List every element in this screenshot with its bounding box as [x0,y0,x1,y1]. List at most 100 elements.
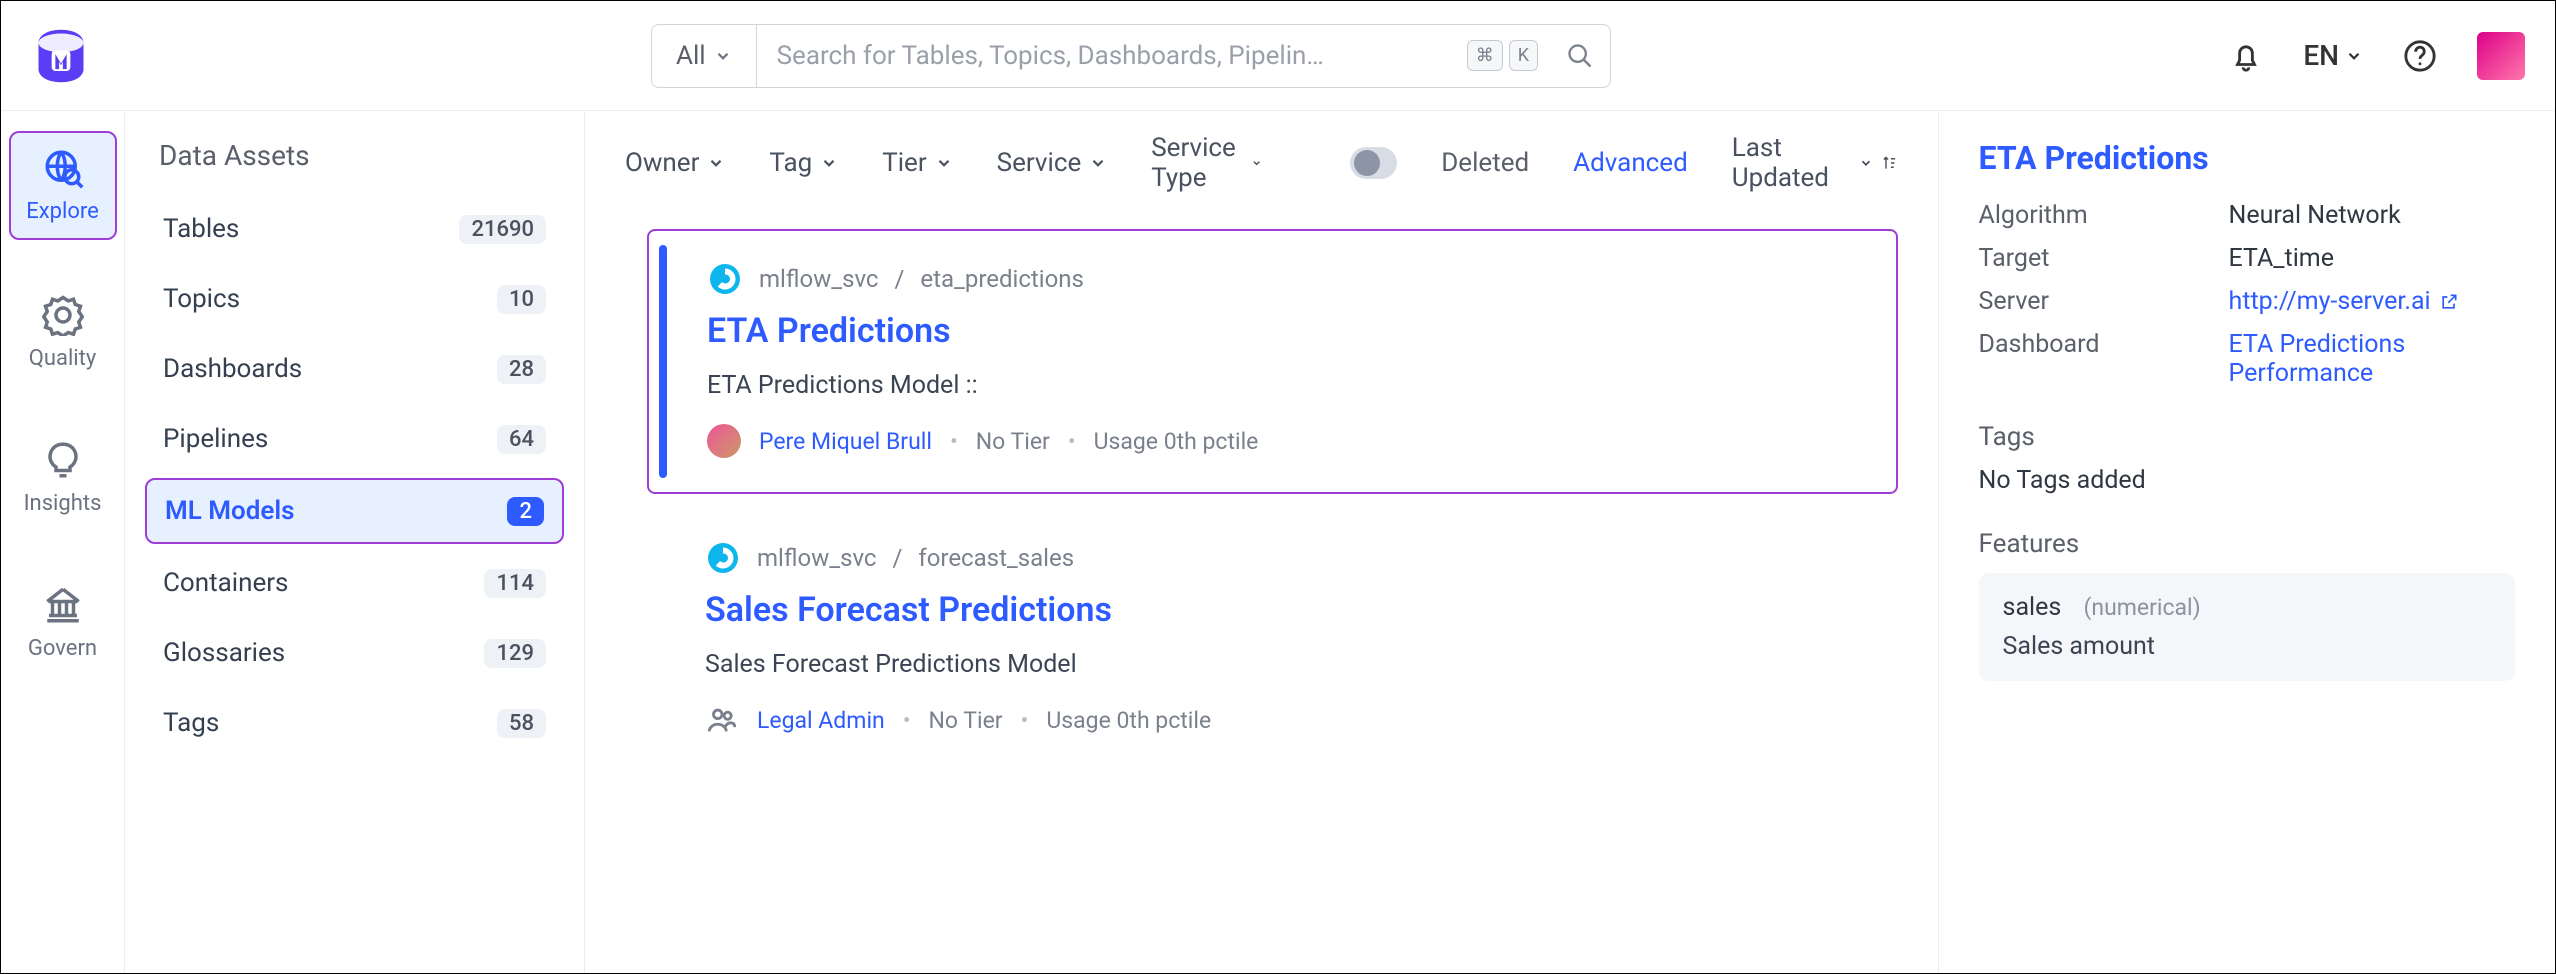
detail-key: Dashboard [1979,330,2229,388]
filter-tier[interactable]: Tier [882,133,952,193]
sort-dropdown[interactable]: Last Updated [1732,133,1898,193]
tags-heading: Tags [1979,422,2515,452]
search-scope-dropdown[interactable]: All [652,25,757,87]
bulb-icon [42,439,84,481]
filter-service-type[interactable]: Service Type [1151,133,1262,193]
asset-row-tables[interactable]: Tables21690 [145,198,564,260]
tags-empty: No Tags added [1979,466,2515,495]
asset-label: Pipelines [163,424,268,454]
detail-title[interactable]: ETA Predictions [1979,139,2515,177]
rail-item-insights[interactable]: Insights [9,425,117,530]
mlflow-icon [707,261,743,297]
asset-label: Glossaries [163,638,285,668]
detail-link[interactable]: ETA Predictions Performance [2229,330,2515,388]
chevron-down-icon [707,154,725,172]
detail-row: TargetETA_time [1979,244,2515,273]
search-input[interactable] [757,41,1467,71]
deleted-label: Deleted [1441,148,1529,178]
detail-key: Server [1979,287,2229,316]
asset-row-dashboards[interactable]: Dashboards28 [145,338,564,400]
results-panel: OwnerTagTierServiceService Type Deleted … [585,111,1938,973]
asset-label: ML Models [165,496,294,526]
kbd-k: K [1509,40,1538,71]
detail-value: Neural Network [2229,201,2515,230]
asset-label: Tags [163,708,219,738]
result-title[interactable]: ETA Predictions [707,311,1862,351]
chevron-down-icon [2345,47,2363,65]
rail-label: Govern [28,636,97,661]
asset-count: 21690 [459,215,546,244]
asset-count: 10 [497,285,546,314]
chevron-down-icon [1859,154,1873,172]
tier-label: No Tier [929,707,1003,734]
rail-label: Explore [26,199,99,224]
rail-item-govern[interactable]: Govern [9,570,117,675]
result-desc: ETA Predictions Model :: [707,371,1862,400]
asset-path: forecast_sales [918,544,1074,572]
rail-label: Quality [29,346,97,371]
filter-service[interactable]: Service [997,133,1108,193]
owner-avatar [707,424,741,458]
result-title[interactable]: Sales Forecast Predictions [705,590,1864,630]
deleted-toggle[interactable] [1350,147,1397,179]
rail-item-explore[interactable]: Explore [9,131,117,240]
feature-card[interactable]: sales (numerical) Sales amount [1979,573,2515,681]
asset-row-tags[interactable]: Tags58 [145,692,564,754]
kbd-cmd: ⌘ [1467,40,1503,71]
asset-label: Topics [163,284,240,314]
topbar-right: EN [2229,32,2525,80]
help-icon[interactable] [2403,39,2437,73]
chevron-down-icon [1089,154,1107,172]
asset-count: 2 [507,497,544,526]
detail-key: Target [1979,244,2229,273]
search-icon[interactable] [1566,42,1594,70]
filter-tag[interactable]: Tag [769,133,838,193]
filter-label: Tag [769,148,812,178]
advanced-link[interactable]: Advanced [1573,148,1688,178]
asset-row-ml-models[interactable]: ML Models 2 [145,478,564,544]
asset-row-topics[interactable]: Topics 10 [145,268,564,330]
asset-count: 114 [484,569,546,598]
filter-label: Owner [625,148,699,178]
asset-row-pipelines[interactable]: Pipelines 64 [145,408,564,470]
asset-count: 64 [497,425,546,454]
owner-link[interactable]: Pere Miquel Brull [759,428,932,455]
govern-icon [42,584,84,626]
feature-type: (numerical) [2084,594,2201,621]
asset-path: eta_predictions [920,265,1084,293]
nav-rail: Explore Quality Insights Govern [1,111,125,973]
asset-sidebar-title: Data Assets [145,139,564,172]
sort-az-icon [1881,152,1898,174]
result-card[interactable]: mlflow_svc/forecast_salesSales Forecast … [625,520,1898,747]
bell-icon[interactable] [2229,39,2263,73]
group-icon [705,703,739,737]
detail-link[interactable]: http://my-server.ai [2229,287,2515,316]
rail-label: Insights [24,491,102,516]
external-link-icon [2439,292,2459,312]
detail-panel: ETA Predictions AlgorithmNeural Network T… [1938,111,2555,973]
asset-count: 28 [497,355,546,384]
usage-label: Usage 0th pctile [1046,707,1211,734]
filter-owner[interactable]: Owner [625,133,725,193]
asset-label: Containers [163,568,288,598]
service-name: mlflow_svc [757,544,876,572]
filter-label: Tier [882,148,926,178]
detail-row: DashboardETA Predictions Performance [1979,330,2515,388]
result-card[interactable]: mlflow_svc/eta_predictionsETA Prediction… [647,229,1898,494]
detail-value: ETA_time [2229,244,2515,273]
detail-row: AlgorithmNeural Network [1979,201,2515,230]
chevron-down-icon [714,47,732,65]
asset-row-glossaries[interactable]: Glossaries129 [145,622,564,684]
asset-row-containers[interactable]: Containers 114 [145,552,564,614]
language-selector[interactable]: EN [2303,39,2363,72]
kbd-hint: ⌘ K [1467,40,1550,71]
user-avatar[interactable] [2477,32,2525,80]
owner-link[interactable]: Legal Admin [757,707,885,734]
rail-item-quality[interactable]: Quality [9,280,117,385]
asset-sidebar: Data Assets Tables21690 Topics 10 Dashboard… [125,111,585,973]
search-scope-label: All [676,41,706,71]
app-logo [31,26,91,86]
features-heading: Features [1979,529,2515,559]
tier-label: No Tier [976,428,1050,455]
mlflow-icon [705,540,741,576]
